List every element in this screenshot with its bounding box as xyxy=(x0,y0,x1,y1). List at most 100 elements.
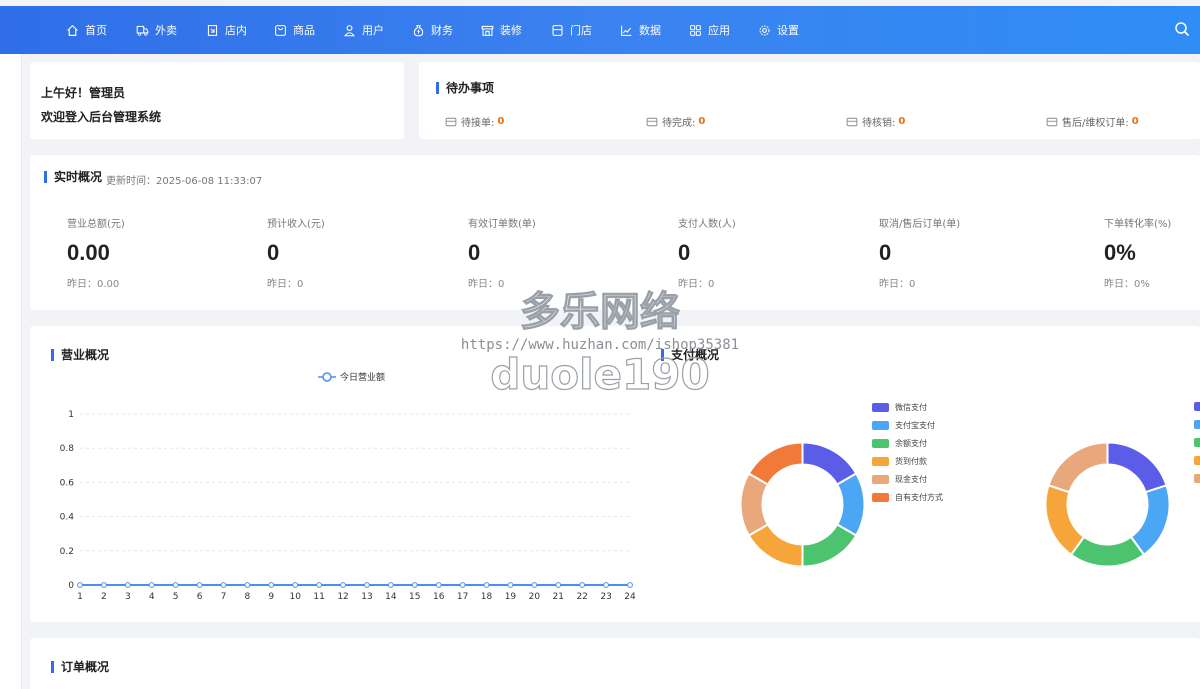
nav-item-label: 用户 xyxy=(362,24,384,37)
nav-item-finance[interactable]: 财务 xyxy=(412,6,453,54)
nav-item-settings[interactable]: 设置 xyxy=(758,6,799,54)
business-title: 营业概况 xyxy=(51,349,109,361)
nav-item-decoration[interactable]: 装修 xyxy=(481,6,522,54)
y-tick-label: 0.4 xyxy=(60,513,75,523)
y-tick-label: 0.8 xyxy=(60,444,75,454)
donut-slice[interactable] xyxy=(1047,441,1109,494)
donut-slice[interactable] xyxy=(1106,441,1168,494)
data-point[interactable] xyxy=(435,582,442,588)
stat-yesterday: 昨日：0% xyxy=(1104,279,1150,290)
legend-item[interactable]: 支付宝支付 xyxy=(872,420,935,431)
data-point[interactable] xyxy=(77,582,83,588)
top-navigation-bar: 首页 外卖 店内 商品 用户 财务 装修 门店 数据 应用 设置 xyxy=(0,6,1200,54)
legend-item[interactable]: 余额支付 xyxy=(872,438,927,449)
x-tick-label: 2 xyxy=(101,592,107,602)
data-point[interactable] xyxy=(483,582,490,588)
business-line-chart: 00.20.40.60.811 2 3 4 5 6 7 8 9 10 11 12 13 14 15 16 17 1… xyxy=(60,371,636,602)
x-tick-label: 5 xyxy=(173,592,179,602)
donut-slice[interactable] xyxy=(1044,484,1086,557)
stat-paying-users: 支付人数(人) 0 昨日：0 xyxy=(678,215,736,290)
nav-item-product[interactable]: 商品 xyxy=(274,6,315,54)
x-tick-label: 15 xyxy=(409,592,420,602)
data-point[interactable] xyxy=(364,582,370,588)
x-tick-label: 12 xyxy=(337,592,348,602)
data-point[interactable] xyxy=(220,582,227,588)
data-point[interactable] xyxy=(340,582,346,588)
nav-item-label: 数据 xyxy=(639,24,661,37)
store-inside-icon xyxy=(207,24,218,36)
x-tick-label: 22 xyxy=(576,592,587,602)
nav-item-label: 首页 xyxy=(85,24,107,37)
nav-item-data[interactable]: 数据 xyxy=(620,6,661,54)
x-tick-label: 1 xyxy=(77,592,83,602)
nav-item-user[interactable]: 用户 xyxy=(343,6,384,54)
x-tick-label: 14 xyxy=(385,592,397,602)
legend-label: 支付宝支付 xyxy=(895,421,935,430)
todo-aftersale[interactable]: 售后/维权订单: 0 xyxy=(1046,114,1139,129)
data-point[interactable] xyxy=(507,582,514,588)
donut-slice[interactable] xyxy=(747,441,804,486)
data-point[interactable] xyxy=(603,582,609,588)
data-point[interactable] xyxy=(531,582,538,588)
payment-title: 支付概况 xyxy=(661,349,719,361)
legend-label: 微信支付 xyxy=(895,403,927,412)
gear-icon xyxy=(759,25,770,35)
legend-item[interactable] xyxy=(1194,474,1200,483)
order-icon xyxy=(846,117,858,126)
legend-item[interactable]: 微信支付 xyxy=(872,402,927,413)
money-bag-icon xyxy=(413,24,424,36)
legend-swatch xyxy=(872,457,889,466)
nav-item-delivery[interactable]: 外卖 xyxy=(136,6,177,54)
todo-label: 售后/维权订单: xyxy=(1062,118,1129,129)
data-point[interactable] xyxy=(579,582,586,588)
nav-item-label: 装修 xyxy=(500,24,522,37)
data-point[interactable] xyxy=(316,582,323,588)
nav-item-instore[interactable]: 店内 xyxy=(206,6,247,54)
data-point[interactable] xyxy=(627,582,633,588)
nav-item-stores[interactable]: 门店 xyxy=(551,6,592,54)
todo-pending-verify[interactable]: 待核销: 0 xyxy=(846,114,905,129)
x-tick-label: 10 xyxy=(289,592,301,602)
data-point[interactable] xyxy=(124,582,131,588)
todo-pending-complete[interactable]: 待完成: 0 xyxy=(646,114,705,129)
storefront-icon xyxy=(552,24,563,36)
y-tick-label: 0 xyxy=(68,581,74,591)
data-point[interactable] xyxy=(244,582,251,588)
chart-icon xyxy=(621,25,632,36)
data-point[interactable] xyxy=(555,582,562,588)
stat-value: 0 xyxy=(678,240,691,265)
legend-item[interactable]: 自有支付方式 xyxy=(872,492,943,503)
legend-marker[interactable] xyxy=(322,372,332,382)
search-icon[interactable] xyxy=(1174,21,1190,37)
nav-item-home[interactable]: 首页 xyxy=(66,6,107,54)
legend-item[interactable] xyxy=(1194,402,1200,411)
nav-item-label: 外卖 xyxy=(155,24,177,37)
data-point[interactable] xyxy=(292,582,299,588)
legend-swatch xyxy=(1194,474,1200,483)
legend-item[interactable] xyxy=(1194,420,1200,429)
legend-item[interactable] xyxy=(1194,438,1200,447)
donut-slice[interactable] xyxy=(801,523,858,568)
nav-item-apps[interactable]: 应用 xyxy=(689,6,730,54)
stat-label: 有效订单数(单) xyxy=(468,219,536,230)
nav-item-label: 商品 xyxy=(293,24,315,37)
legend-item[interactable]: 现金支付 xyxy=(872,474,927,485)
todo-pending-accept[interactable]: 待接单: 0 xyxy=(445,114,504,129)
product-icon xyxy=(275,24,286,36)
greeting-text: 上午好！管理员 xyxy=(41,86,126,100)
todo-card: 待办事项 待接单: 0 待完成: 0 待核销: 0 售后/维权订单: 0 xyxy=(419,62,1200,139)
legend-item[interactable]: 货到付款 xyxy=(872,456,927,467)
data-point[interactable] xyxy=(101,582,107,588)
data-point[interactable] xyxy=(172,582,179,588)
x-tick-label: 21 xyxy=(553,592,564,602)
data-point[interactable] xyxy=(387,582,394,588)
legend-swatch xyxy=(872,439,889,448)
delivery-icon xyxy=(136,25,149,36)
legend-item[interactable] xyxy=(1194,456,1200,465)
data-point[interactable] xyxy=(268,582,275,588)
realtime-card: 实时概况 更新时间：2025-06-08 11:33:07 营业总额(元) 0.… xyxy=(30,155,1200,310)
data-point[interactable] xyxy=(196,582,203,588)
data-point[interactable] xyxy=(411,582,418,588)
data-point[interactable] xyxy=(459,582,466,588)
data-point[interactable] xyxy=(148,582,155,588)
